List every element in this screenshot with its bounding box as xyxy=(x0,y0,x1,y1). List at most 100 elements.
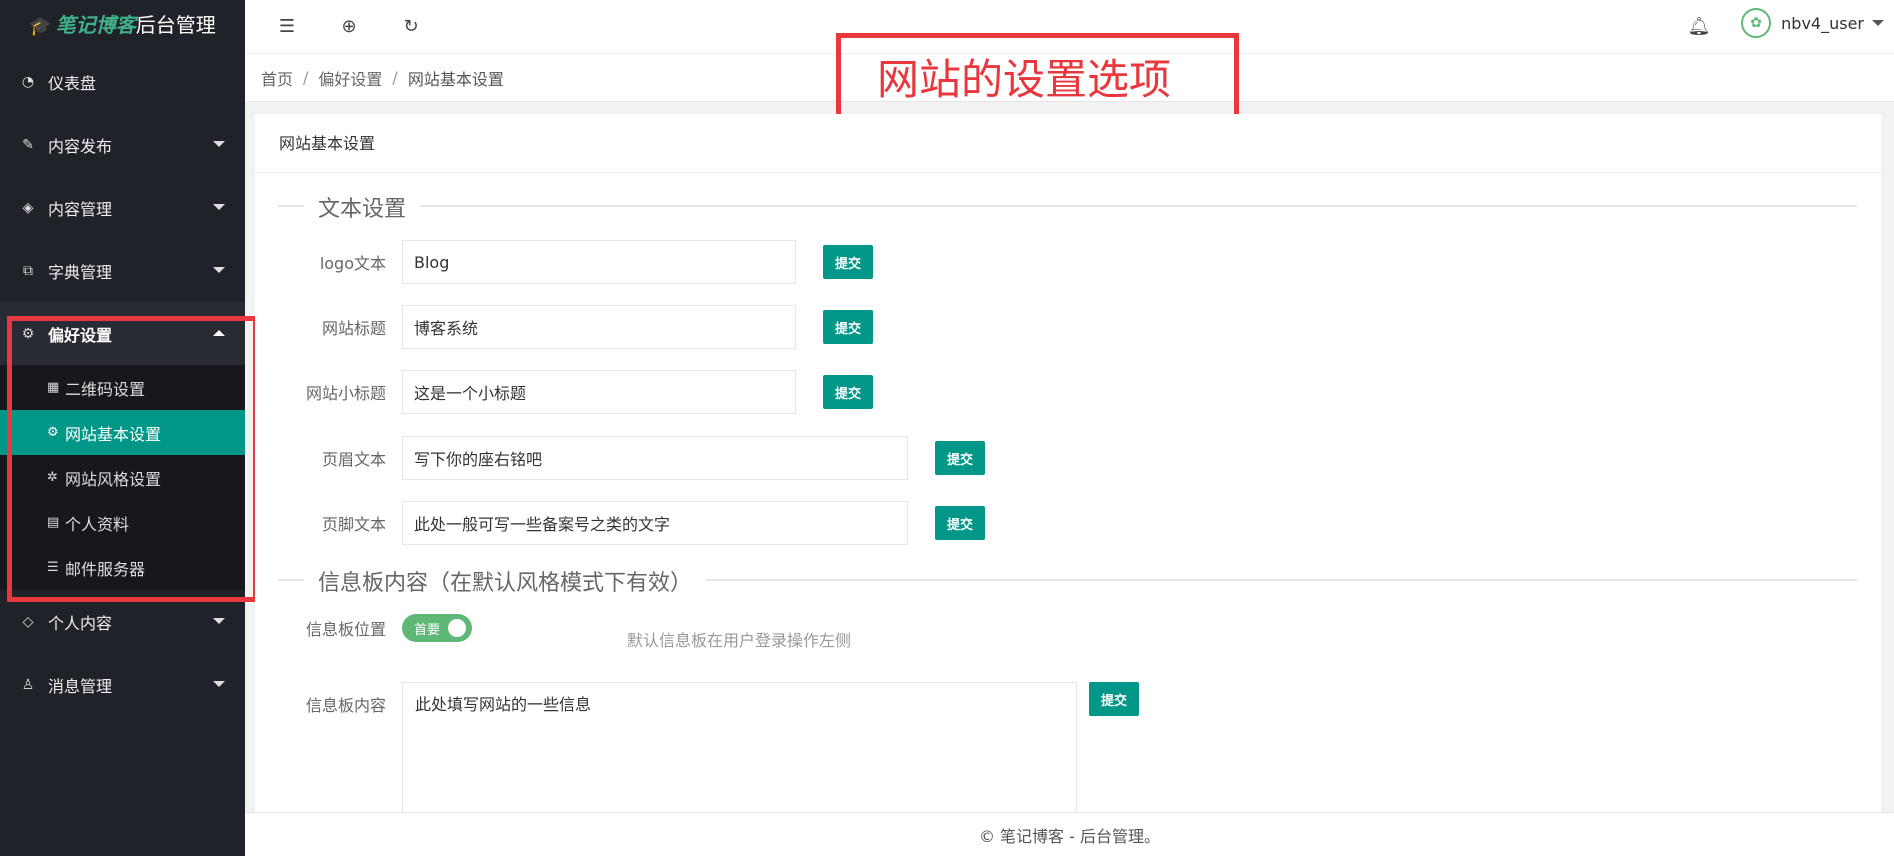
id-card-icon: ▤ xyxy=(47,515,60,530)
sidebar-item-dictionary[interactable]: ⧉ 字典管理 xyxy=(0,239,245,302)
submit-button[interactable]: 提交 xyxy=(935,506,985,540)
sidebar-item-content-manage[interactable]: ◈ 内容管理 xyxy=(0,176,245,239)
submenu-item-profile[interactable]: ▤ 个人资料 xyxy=(0,500,245,545)
sidebar-item-label: 仪表盘 xyxy=(48,73,97,93)
chevron-down-icon xyxy=(213,204,225,210)
cog-icon: ✲ xyxy=(47,470,58,485)
logo-title: 后台管理 xyxy=(135,13,216,37)
breadcrumb-home[interactable]: 首页 xyxy=(261,66,293,90)
submenu-item-label: 邮件服务器 xyxy=(65,559,146,579)
layers-icon: ◈ xyxy=(22,199,34,216)
sidebar-item-content-publish[interactable]: ✎ 内容发布 xyxy=(0,113,245,176)
submenu-item-site-style[interactable]: ✲ 网站风格设置 xyxy=(0,455,245,500)
sidebar-item-preferences[interactable]: ⚙ 偏好设置 xyxy=(0,302,245,365)
gear-icon: ⚙ xyxy=(21,325,35,342)
board-position-toggle[interactable]: 首要 xyxy=(402,614,472,642)
graduation-cap-icon: 🎓 xyxy=(29,16,52,37)
toggle-text: 首要 xyxy=(414,622,441,638)
info-board-legend: 信息板内容（在默认风格模式下有效） xyxy=(278,565,1857,597)
menu-toggle-icon[interactable]: ☰ xyxy=(275,14,299,38)
submenu-item-mail-server[interactable]: ☰ 邮件服务器 xyxy=(0,545,245,590)
username: nbv4_user xyxy=(1781,13,1864,33)
toggle-knob xyxy=(448,619,466,637)
bell-icon[interactable]: 🔔︎ xyxy=(1687,14,1711,38)
field-label: 页眉文本 xyxy=(321,450,386,469)
board-position-hint: 默认信息板在用户登录操作左侧 xyxy=(627,631,852,650)
field-site-subtitle: 网站小标题 这是一个小标题 提交 xyxy=(255,370,873,414)
header-text-input[interactable]: 写下你的座右铭吧 xyxy=(402,436,908,480)
logo-text-input[interactable]: Blog xyxy=(402,240,796,284)
field-header-text: 页眉文本 写下你的座右铭吧 提交 xyxy=(255,436,985,480)
submit-button[interactable]: 提交 xyxy=(823,375,873,409)
breadcrumb-current: 网站基本设置 xyxy=(407,69,504,89)
dashboard-icon: ◔ xyxy=(21,73,35,90)
settings-card: 网站基本设置 文本设置 logo文本 Blog 提交 网站标题 博客系统 提交 … xyxy=(255,114,1881,832)
annotation-label: 网站的设置选项 xyxy=(836,33,1239,119)
sidebar-item-label: 内容发布 xyxy=(48,136,113,156)
field-label: 页脚文本 xyxy=(321,515,386,534)
footer-text-input[interactable]: 此处一般可写一些备案号之类的文字 xyxy=(402,501,908,545)
preferences-submenu: ▦ 二维码设置 ⚙ 网站基本设置 ✲ 网站风格设置 ▤ 个人资料 ☰ 邮件服务器 xyxy=(0,365,245,590)
field-label: 信息板内容 xyxy=(305,696,386,715)
qrcode-icon: ▦ xyxy=(47,380,60,395)
logo[interactable]: 🎓 笔记博客后台管理 xyxy=(0,0,245,50)
sidebar-item-dashboard[interactable]: ◔ 仪表盘 xyxy=(0,50,245,113)
field-logo-text: logo文本 Blog 提交 xyxy=(255,240,873,284)
breadcrumb-separator: / xyxy=(303,68,309,87)
breadcrumb-separator: / xyxy=(392,68,398,87)
chevron-down-icon xyxy=(213,681,225,687)
text-settings-legend: 文本设置 xyxy=(278,191,1857,223)
book-icon: ⧉ xyxy=(23,262,33,279)
chevron-down-icon xyxy=(213,267,225,273)
site-title-input[interactable]: 博客系统 xyxy=(402,305,796,349)
sidebar-item-personal-content[interactable]: ◇ 个人内容 xyxy=(0,590,245,653)
field-label: 网站标题 xyxy=(321,319,386,338)
legend-title: 文本设置 xyxy=(304,191,421,223)
sidebar: 🎓 笔记博客后台管理 ◔ 仪表盘 ✎ 内容发布 ◈ 内容管理 ⧉ 字典管理 ⚙ 偏… xyxy=(0,0,258,856)
submenu-item-label: 网站风格设置 xyxy=(65,469,162,489)
user-menu[interactable]: ✿ nbv4_user xyxy=(1741,8,1884,38)
footer-text: © 笔记博客 - 后台管理。 xyxy=(978,826,1161,846)
submenu-item-site-basic[interactable]: ⚙ 网站基本设置 xyxy=(0,410,245,455)
pencil-icon: ✎ xyxy=(22,136,34,153)
field-board-content: 信息板内容 xyxy=(255,692,386,716)
sidebar-item-messages[interactable]: ♙ 消息管理 xyxy=(0,653,245,716)
submenu-item-qrcode[interactable]: ▦ 二维码设置 xyxy=(0,365,245,410)
submit-button[interactable]: 提交 xyxy=(1089,682,1139,716)
field-label: logo文本 xyxy=(319,254,386,273)
avatar: ✿ xyxy=(1741,8,1772,38)
page-footer: © 笔记博客 - 后台管理。 xyxy=(245,812,1894,856)
sidebar-item-label: 个人内容 xyxy=(48,613,113,633)
sidebar-item-label: 内容管理 xyxy=(48,199,113,219)
submit-button[interactable]: 提交 xyxy=(823,310,873,344)
field-label: 信息板位置 xyxy=(305,620,386,639)
globe-icon[interactable]: ⊕ xyxy=(337,14,361,38)
logo-brand: 笔记博客 xyxy=(55,13,136,37)
sidebar-item-label: 偏好设置 xyxy=(48,325,113,345)
chevron-down-icon xyxy=(213,141,225,147)
chevron-down-icon xyxy=(213,618,225,624)
diamond-icon: ◇ xyxy=(22,613,34,630)
breadcrumb-section[interactable]: 偏好设置 xyxy=(318,66,382,90)
sidebar-item-label: 消息管理 xyxy=(48,676,113,696)
refresh-icon[interactable]: ↻ xyxy=(399,14,423,38)
submenu-item-label: 网站基本设置 xyxy=(65,424,162,444)
submenu-item-label: 二维码设置 xyxy=(65,379,146,399)
field-footer-text: 页脚文本 此处一般可写一些备案号之类的文字 提交 xyxy=(255,501,985,545)
submit-button[interactable]: 提交 xyxy=(935,441,985,475)
board-content-textarea[interactable]: 此处填写网站的一些信息 xyxy=(402,682,1077,832)
sidebar-item-label: 字典管理 xyxy=(48,262,113,282)
chevron-up-icon xyxy=(213,330,225,336)
cogs-icon: ⚙ xyxy=(47,425,59,440)
card-title: 网站基本设置 xyxy=(255,114,1881,173)
field-label: 网站小标题 xyxy=(305,384,386,403)
legend-title: 信息板内容（在默认风格模式下有效） xyxy=(304,565,707,597)
submit-button[interactable]: 提交 xyxy=(823,245,873,279)
site-subtitle-input[interactable]: 这是一个小标题 xyxy=(402,370,796,414)
field-board-position: 信息板位置 首要 xyxy=(255,614,472,642)
user-icon: ♙ xyxy=(21,676,35,693)
server-icon: ☰ xyxy=(47,560,59,575)
field-site-title: 网站标题 博客系统 提交 xyxy=(255,305,873,349)
submenu-item-label: 个人资料 xyxy=(65,514,130,534)
chevron-down-icon xyxy=(1872,20,1884,26)
